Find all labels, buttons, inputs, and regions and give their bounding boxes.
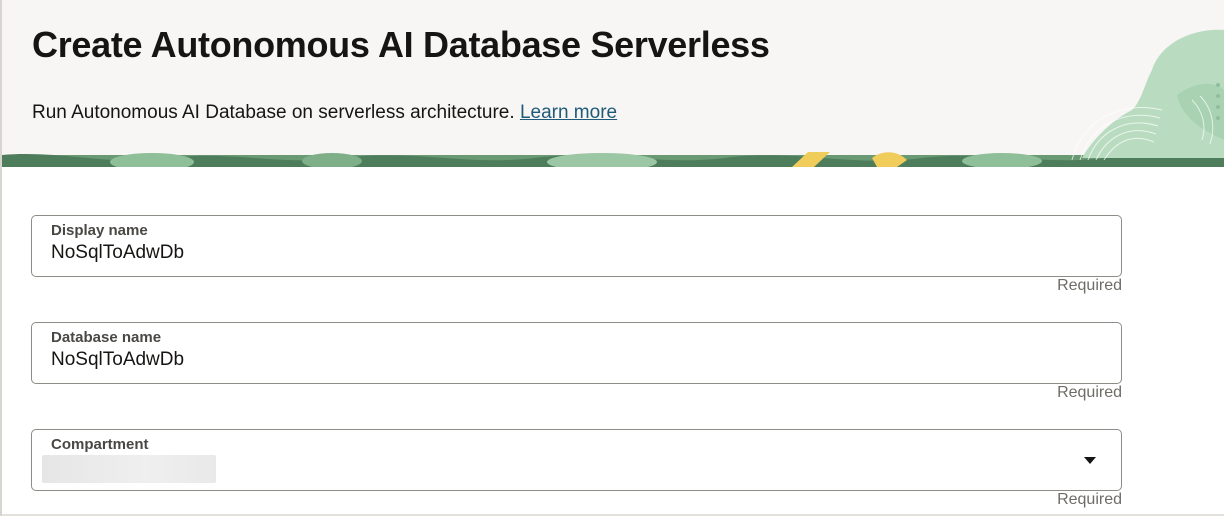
compartment-required-hint: Required (1057, 491, 1122, 508)
subtitle-text: Run Autonomous AI Database on serverless… (32, 102, 515, 123)
database-form: Display name Required Database name Requ… (31, 215, 1122, 516)
create-database-panel: Create Autonomous AI Database Serverless… (0, 0, 1224, 516)
compartment-group: Compartment Required (31, 429, 1122, 516)
page-title: Create Autonomous AI Database Serverless (32, 24, 770, 65)
learn-more-link[interactable]: Learn more (520, 102, 617, 123)
display-name-required-hint: Required (1057, 277, 1122, 294)
database-name-required-hint: Required (1057, 384, 1122, 401)
page-header: Create Autonomous AI Database Serverless… (2, 0, 1224, 167)
display-name-label: Display name (51, 222, 148, 239)
display-name-field[interactable]: Display name (31, 215, 1122, 277)
database-name-group: Database name Required (31, 322, 1122, 429)
page-subtitle: Run Autonomous AI Database on serverless… (32, 102, 617, 124)
compartment-select[interactable]: Compartment (31, 429, 1122, 491)
database-name-label: Database name (51, 329, 162, 346)
display-name-input[interactable] (51, 242, 1091, 264)
display-name-group: Display name Required (31, 215, 1122, 322)
database-name-input[interactable] (51, 349, 1091, 371)
compartment-label: Compartment (51, 436, 149, 453)
database-name-field[interactable]: Database name (31, 322, 1122, 384)
compartment-value-redacted (42, 455, 216, 483)
caret-down-icon[interactable] (1084, 457, 1096, 464)
